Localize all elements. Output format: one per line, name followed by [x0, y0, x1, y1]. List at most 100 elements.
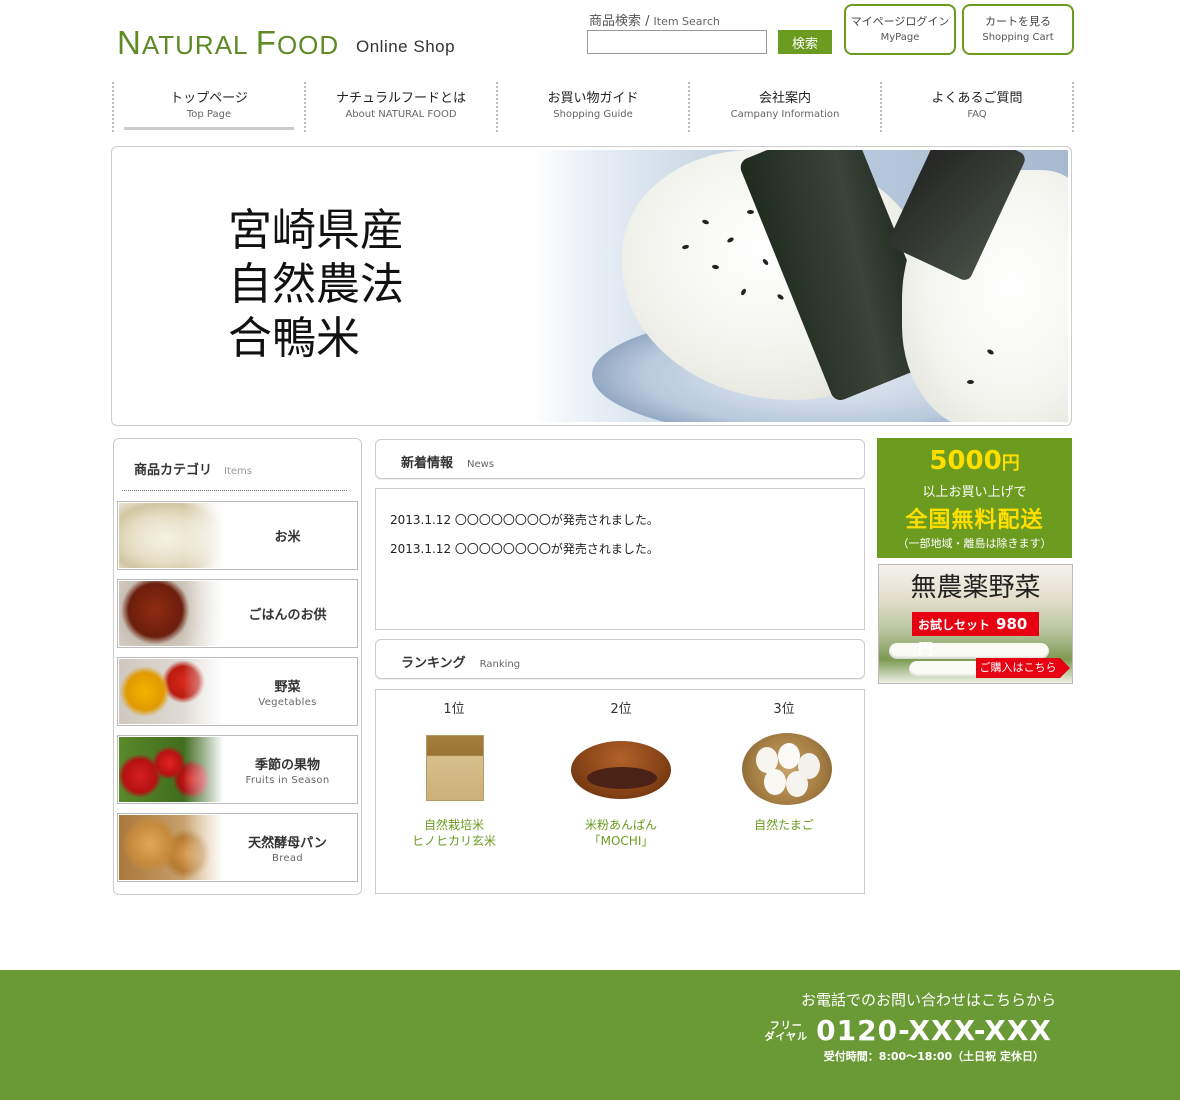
ranking-name-line2: ヒノヒカリ玄米	[411, 834, 496, 848]
logo-letter: N	[117, 24, 142, 61]
business-hours: 受付時間：8:00〜18:00（土日祝 定休日）	[823, 1050, 1044, 1063]
site-header: NATURAL FOOD Online Shop 商品検索 / Item Sear…	[0, 0, 1180, 80]
sesame-dot	[967, 380, 974, 384]
search-button[interactable]: 検索	[778, 30, 832, 54]
bell-pepper-thumbnail	[119, 659, 223, 724]
organic-vegetables-banner[interactable]: 無農薬野菜 お試しセット 980円 ご購入はこちら	[878, 564, 1073, 684]
daikon-shape	[889, 643, 1049, 659]
free-shipping-banner[interactable]: 5000円 以上お買い上げで 全国無料配送 （一部地域・離島は除きます）	[877, 438, 1072, 558]
category-label: お米	[218, 502, 357, 569]
sidebar-title: 商品カテゴリ Items	[134, 459, 252, 478]
sidebar-divider	[122, 490, 347, 491]
site-footer: お電話でのお問い合わせはこちらから フリー ダイヤル 0120-XXX-XXX 受付…	[0, 970, 1180, 1100]
phone-number: 0120-XXX-XXX	[816, 1014, 1052, 1047]
category-label-en: Fruits in Season	[245, 774, 330, 786]
brown-rice-image	[390, 723, 518, 809]
category-label-jp: 季節の果物	[254, 757, 320, 773]
category-rice[interactable]: お米	[117, 501, 358, 570]
nav-label-jp: ナチュラルフードとは	[335, 91, 466, 106]
logo-subtitle: Online Shop	[356, 37, 456, 56]
news-item[interactable]: 2013.1.12 〇〇〇〇〇〇〇〇が発売されました。	[390, 511, 659, 528]
hero-banner[interactable]: 宮崎県産 自然農法 合鴨米	[111, 146, 1072, 426]
news-title: 新着情報 News	[401, 452, 494, 471]
promo-condition: 以上お買い上げで	[922, 485, 1027, 500]
category-label-jp: 天然酵母パン	[248, 835, 327, 851]
search-label: 商品検索 / Item Search	[589, 10, 720, 29]
category-label-jp: お米	[274, 530, 301, 545]
ranking-name: 自然栽培米	[423, 818, 484, 832]
news-title-jp: 新着情報	[401, 456, 454, 471]
hero-line: 宮崎県産	[228, 205, 404, 256]
trial-set-label: お試しセット	[918, 618, 991, 632]
egg-shape	[764, 769, 786, 795]
nav-label-jp: お買い物ガイド	[547, 91, 639, 106]
onigiri-image	[532, 150, 1068, 422]
search-input[interactable]	[587, 30, 767, 54]
nav-label-en: Campany Information	[730, 109, 840, 120]
strawberry-thumbnail	[119, 737, 223, 802]
nav-label-jp: 会社案内	[758, 91, 811, 106]
category-vegetables[interactable]: 野菜 Vegetables	[117, 657, 358, 726]
eggs-image	[720, 723, 848, 809]
category-label: ごはんのお供	[218, 580, 357, 647]
masu-box-shape	[426, 735, 484, 801]
anpan-image	[557, 723, 685, 809]
nav-item-top-page[interactable]: トップページ Top Page	[112, 82, 304, 132]
ranking-item[interactable]: 1位 自然栽培米 ヒノヒカリ玄米	[384, 690, 524, 849]
nav-item-faq[interactable]: よくあるご質問 FAQ	[880, 82, 1074, 132]
egg-shape	[778, 743, 800, 769]
umeboshi-thumbnail	[119, 581, 223, 646]
promo-note: （一部地域・離島は除きます）	[897, 537, 1052, 550]
ranking-item[interactable]: 2位 米粉あんぱん 「MOCHI」	[551, 690, 691, 849]
ranking-position: 1位	[443, 702, 465, 717]
free-dial-label-line: ダイヤル	[764, 1032, 809, 1043]
ranking-title: ランキング Ranking	[401, 652, 520, 671]
promo-amount-value: 5000	[929, 446, 1002, 476]
trial-set-tag: お試しセット 980円	[912, 612, 1039, 658]
global-nav: トップページ Top Page ナチュラルフードとは About NATURAL…	[112, 82, 1074, 132]
nav-label-jp: トップページ	[170, 91, 248, 106]
phone-number-block[interactable]: フリー ダイヤル 0120-XXX-XXX	[764, 1014, 1052, 1047]
logo-letter: F	[255, 24, 277, 61]
ranking-box: 1位 自然栽培米 ヒノヒカリ玄米 2位 米粉あんぱん 「MOCHI」 3位 自然…	[375, 689, 865, 894]
mypage-login-button[interactable]: マイページログイン MyPage	[844, 4, 956, 55]
category-label: 季節の果物 Fruits in Season	[218, 736, 357, 803]
nav-item-company-info[interactable]: 会社案内 Campany Information	[688, 82, 880, 132]
nav-item-shopping-guide[interactable]: お買い物ガイド Shopping Guide	[496, 82, 688, 132]
mypage-label-en: MyPage	[880, 32, 920, 43]
category-label-jp: ごはんのお供	[248, 608, 327, 623]
sesame-dot	[747, 210, 754, 214]
bread-thumbnail	[119, 815, 223, 880]
logo-text: OOD	[276, 30, 340, 60]
veg-banner-title: 無農薬野菜	[910, 573, 1041, 603]
logo-text: ATURAL	[141, 30, 248, 60]
sidebar-title-en: Items	[224, 466, 252, 477]
site-logo[interactable]: NATURAL FOOD	[117, 24, 339, 62]
category-seasonal-fruits[interactable]: 季節の果物 Fruits in Season	[117, 735, 358, 804]
category-rice-toppings[interactable]: ごはんのお供	[117, 579, 358, 648]
ranking-title-jp: ランキング	[401, 656, 466, 671]
nav-item-about[interactable]: ナチュラルフードとは About NATURAL FOOD	[304, 82, 496, 132]
nav-label-en: Top Page	[186, 109, 232, 120]
ranking-item[interactable]: 3位 自然たまご	[714, 690, 854, 833]
ranking-title-en: Ranking	[479, 659, 521, 670]
ranking-name: 自然たまご	[754, 818, 814, 832]
free-dial-label-line: フリー	[769, 1021, 803, 1032]
ranking-name-line2: 「MOCHI」	[588, 834, 654, 848]
ranking-position: 3位	[773, 702, 795, 717]
nav-label-en: Shopping Guide	[553, 109, 633, 120]
cart-label-en: Shopping Cart	[982, 32, 1054, 43]
nav-label-jp: よくあるご質問	[931, 91, 1023, 106]
news-box: 2013.1.12 〇〇〇〇〇〇〇〇が発売されました。 2013.1.12 〇〇…	[375, 488, 865, 630]
category-label-en: Bread	[272, 852, 303, 864]
category-label-en: Vegetables	[258, 696, 317, 708]
category-bread[interactable]: 天然酵母パン Bread	[117, 813, 358, 882]
ranking-position: 2位	[610, 702, 632, 717]
hero-line: 合鴨米	[228, 313, 360, 364]
ranking-name: 米粉あんぱん	[584, 818, 657, 832]
news-item[interactable]: 2013.1.12 〇〇〇〇〇〇〇〇が発売されました。	[390, 540, 659, 557]
egg-shape	[786, 771, 808, 797]
buy-here-button[interactable]: ご購入はこちら	[976, 658, 1070, 678]
free-dial-label: フリー ダイヤル	[764, 1021, 808, 1043]
shopping-cart-button[interactable]: カートを見る Shopping Cart	[962, 4, 1074, 55]
